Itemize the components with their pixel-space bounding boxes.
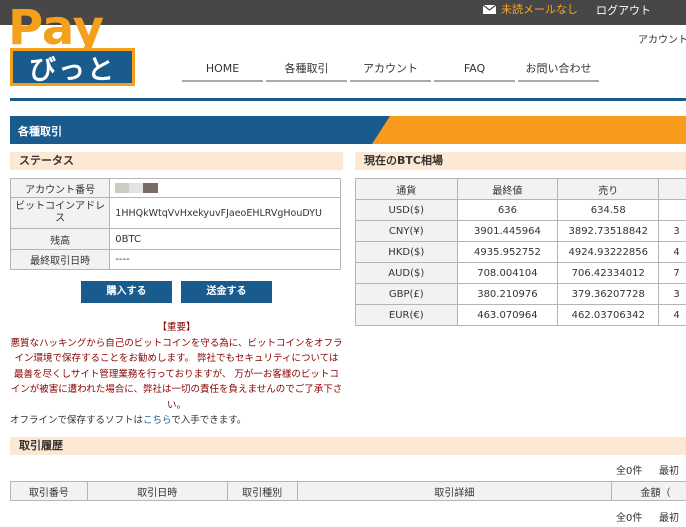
- history-col-detail: 取引詳細: [296, 481, 613, 501]
- svg-text:Pay: Pay: [10, 6, 104, 48]
- account-number-masked: [115, 182, 130, 193]
- btc-last: 636: [456, 199, 559, 221]
- btc-heading: 現在のBTC相場: [355, 152, 686, 170]
- history-count-bottom: 全0件: [616, 513, 643, 524]
- status-value-account: [109, 178, 341, 198]
- nav-account[interactable]: アカウント: [350, 60, 431, 82]
- offline-note-prefix: オフラインで保存するソフトは: [10, 415, 144, 426]
- status-label-last-trade: 最終取引日時: [9, 249, 111, 270]
- btc-buy: 7: [658, 262, 686, 284]
- offline-note-suffix: で入手できます。: [171, 415, 247, 426]
- btc-sell: 706.42334012: [557, 262, 660, 284]
- status-value-last-trade: ----: [109, 249, 341, 270]
- history-count-top: 全0件: [616, 466, 643, 477]
- status-heading: ステータス: [10, 152, 343, 170]
- btc-col-last: 最終値: [456, 178, 559, 200]
- btc-buy: [658, 199, 686, 221]
- security-notice: 【重要】 悪質なハッキングから自己のビットコインを守る為に、ビットコインをオフラ…: [10, 320, 343, 429]
- logo-bitto: びっと: [10, 48, 135, 86]
- section-title: 各種取引: [18, 125, 62, 138]
- offline-software-link[interactable]: こちら: [143, 415, 171, 426]
- btc-currency: GBP(£): [355, 283, 458, 305]
- status-label-balance: 残高: [9, 228, 111, 250]
- btc-col-buy: [658, 178, 686, 200]
- history-table: 取引番号 取引日時 取引種別 取引詳細 金額（: [10, 481, 686, 501]
- btc-sell: 4924.93222856: [557, 241, 660, 263]
- send-button[interactable]: 送金する: [181, 281, 272, 303]
- mail-status-label: 未読メールなし: [501, 3, 578, 16]
- offline-note: オフラインで保存するソフトはこちらで入手できます。: [10, 413, 343, 429]
- btc-currency: AUD($): [355, 262, 458, 284]
- btc-currency: HKD($): [355, 241, 458, 263]
- status-value-address[interactable]: 1HHQkWtqVvHxekyuvFJaeoEHLRVgHouDYU: [109, 197, 341, 229]
- btc-last: 4935.952752: [456, 241, 559, 263]
- notice-body: 悪質なハッキングから自己のビットコインを守る為に、ビットコインをオフライン環境で…: [10, 337, 343, 411]
- section-title-bar: 各種取引: [10, 116, 686, 144]
- btc-last: 463.070964: [456, 304, 559, 326]
- history-first-link-top[interactable]: 最初: [659, 462, 679, 477]
- btc-row: HKD($) 4935.952752 4924.93222856 4: [355, 241, 686, 263]
- btc-buy: 4: [658, 241, 686, 263]
- status-row-address: ビットコインアドレス 1HHQkWtqVvHxekyuvFJaeoEHLRVgH…: [9, 197, 341, 229]
- pay-logo-text: Pay: [10, 6, 104, 48]
- status-value-balance: 0BTC: [109, 228, 341, 250]
- status-table: アカウント番号 ビットコインアドレス 1HHQkWtqVvHxekyuvFJae…: [9, 178, 341, 270]
- history-first-link-bottom[interactable]: 最初: [659, 509, 679, 524]
- status-row-account: アカウント番号: [9, 178, 341, 198]
- mail-status[interactable]: 未読メールなし: [483, 2, 578, 16]
- status-label-address: ビットコインアドレス: [9, 197, 111, 229]
- btc-col-currency: 通貨: [355, 178, 458, 200]
- btc-header-row: 通貨 最終値 売り: [355, 178, 686, 200]
- site-logo[interactable]: Pay びっと: [10, 6, 148, 86]
- main-nav: HOME 各種取引 アカウント FAQ お問い合わせ: [182, 60, 602, 82]
- btc-last: 3901.445964: [456, 220, 559, 242]
- btc-last: 380.210976: [456, 283, 559, 305]
- nav-contact[interactable]: お問い合わせ: [518, 60, 599, 82]
- status-row-last-trade: 最終取引日時 ----: [9, 249, 341, 270]
- mail-icon: [483, 4, 496, 14]
- btc-row: GBP(£) 380.210976 379.36207728 3: [355, 283, 686, 305]
- btc-last: 708.004104: [456, 262, 559, 284]
- btc-row: CNY(¥) 3901.445964 3892.73518842 3: [355, 220, 686, 242]
- account-link[interactable]: アカウント: [638, 31, 686, 46]
- btc-currency: CNY(¥): [355, 220, 458, 242]
- btc-col-sell: 売り: [557, 178, 660, 200]
- btc-row: AUD($) 708.004104 706.42334012 7: [355, 262, 686, 284]
- btc-row: EUR(€) 463.070964 462.03706342 4: [355, 304, 686, 326]
- section-title-band: [10, 116, 390, 144]
- btc-currency: USD($): [355, 199, 458, 221]
- status-label-account: アカウント番号: [9, 178, 111, 198]
- status-row-balance: 残高 0BTC: [9, 228, 341, 250]
- buy-button[interactable]: 購入する: [81, 281, 172, 303]
- btc-buy: 4: [658, 304, 686, 326]
- btc-buy: 3: [658, 220, 686, 242]
- logout-link[interactable]: ログアウト: [596, 2, 651, 18]
- history-header-row: 取引番号 取引日時 取引種別 取引詳細 金額（: [10, 481, 686, 501]
- btc-currency: EUR(€): [355, 304, 458, 326]
- notice-title: 【重要】: [157, 322, 196, 333]
- btc-buy: 3: [658, 283, 686, 305]
- nav-trading[interactable]: 各種取引: [266, 60, 347, 82]
- btc-sell: 634.58: [557, 199, 660, 221]
- history-heading: 取引履歴: [10, 437, 686, 455]
- btc-sell: 3892.73518842: [557, 220, 660, 242]
- btc-row: USD($) 636 634.58: [355, 199, 686, 221]
- history-col-id: 取引番号: [10, 481, 88, 501]
- btc-rate-table: 通貨 最終値 売り USD($) 636 634.58 CNY(¥) 3901.…: [355, 178, 686, 326]
- history-col-datetime: 取引日時: [86, 481, 228, 501]
- nav-home[interactable]: HOME: [182, 60, 263, 82]
- btc-sell: 379.36207728: [557, 283, 660, 305]
- history-col-amount: 金額（: [611, 481, 686, 501]
- header-divider: [10, 98, 686, 101]
- nav-faq[interactable]: FAQ: [434, 60, 515, 82]
- history-col-type: 取引種別: [226, 481, 298, 501]
- btc-sell: 462.03706342: [557, 304, 660, 326]
